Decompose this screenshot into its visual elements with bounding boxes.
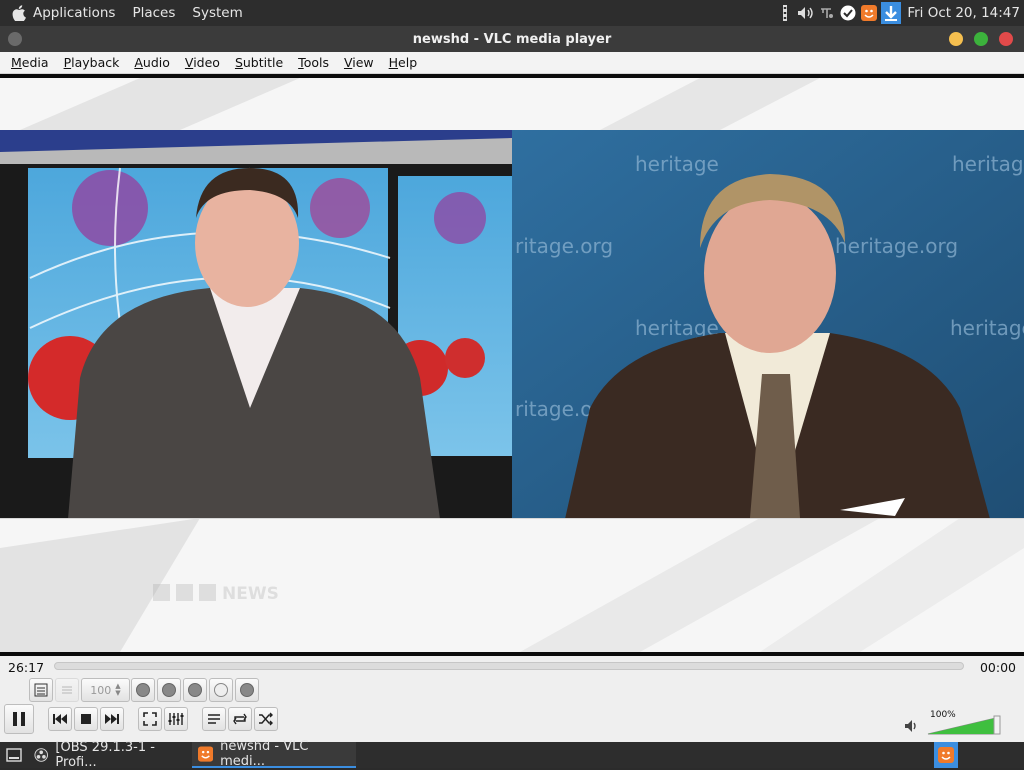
speaker-icon[interactable] [797, 4, 815, 22]
fullscreen-icon [143, 712, 157, 726]
menubar: Media Playback Audio Video Subtitle Tool… [0, 52, 1024, 74]
previous-icon [53, 714, 67, 724]
circle-icon [188, 683, 202, 697]
obs-icon [34, 748, 48, 762]
shuffle-button[interactable] [254, 707, 278, 731]
top-panel: Applications Places System Fri Oct 20, 1… [0, 0, 1024, 26]
next-icon [105, 714, 119, 724]
menu-audio[interactable]: Audio [134, 55, 170, 70]
menu-tools[interactable]: Tools [298, 55, 329, 70]
speed-value: 100 [90, 683, 112, 697]
stop-button[interactable] [74, 707, 98, 731]
random-button[interactable] [235, 678, 259, 702]
circle-outline-icon [214, 683, 228, 697]
shuffle-icon [259, 712, 273, 726]
equalizer-icon [168, 713, 184, 725]
tray-vlc-button[interactable] [934, 742, 958, 768]
circle-icon [136, 683, 150, 697]
fullscreen-button[interactable] [138, 707, 162, 731]
panel-menu-applications[interactable]: Applications [33, 5, 115, 21]
control-bar: 26:17 00:00 100 ▲ ▼ 100% [0, 656, 1024, 742]
window-titlebar[interactable]: newshd - VLC media player [0, 26, 1024, 52]
panel-menu-places[interactable]: Places [132, 5, 175, 21]
playlist-icon [208, 714, 220, 724]
playlist-button[interactable] [202, 707, 226, 731]
task-obs[interactable]: [OBS 29.1.3-1 - Profi... [28, 740, 192, 770]
minimize-button[interactable] [949, 32, 963, 46]
menu-help[interactable]: Help [389, 55, 418, 70]
extended-settings-button[interactable] [164, 707, 188, 731]
speed-field[interactable]: 100 ▲ ▼ [81, 678, 130, 702]
loop-button[interactable] [209, 678, 233, 702]
task-obs-label: [OBS 29.1.3-1 - Profi... [55, 740, 155, 770]
menu-media[interactable]: Media [11, 55, 49, 70]
volume-icon[interactable] [904, 719, 920, 733]
volume-slider[interactable]: 100% [926, 710, 1002, 736]
maximize-button[interactable] [974, 32, 988, 46]
window-title: newshd - VLC media player [412, 31, 612, 47]
record-icon[interactable] [29, 678, 53, 702]
circle-icon [240, 683, 254, 697]
check-icon[interactable] [839, 4, 857, 22]
bg-text-4: heritage.org [835, 234, 958, 258]
frame-step-button[interactable] [157, 678, 181, 702]
panel-clock[interactable]: Fri Oct 20, 14:47 [907, 5, 1020, 21]
vlc-tray-icon [938, 747, 954, 763]
news-logo-text: NEWS [222, 584, 279, 604]
close-button[interactable] [999, 32, 1013, 46]
pause-button[interactable] [4, 704, 34, 734]
desktop-icon [6, 748, 22, 762]
bars-icon[interactable] [776, 4, 794, 22]
panel-menu: Applications Places System [0, 0, 260, 26]
previous-button[interactable] [48, 707, 72, 731]
vlc-task-icon [198, 746, 214, 762]
loop-toggle-button[interactable] [228, 707, 252, 731]
bg-text-6: heritage [950, 316, 1024, 340]
snapshot-icon[interactable] [55, 678, 79, 702]
circle-icon [162, 683, 176, 697]
effects-button[interactable] [183, 678, 207, 702]
stop-icon [81, 714, 91, 724]
task-vlc[interactable]: newshd - VLC medi... [192, 739, 356, 769]
loop-icon [233, 713, 247, 725]
smiley-icon[interactable] [860, 4, 878, 22]
network-icon[interactable] [818, 4, 836, 22]
pause-icon [13, 712, 25, 726]
video-area[interactable]: heritage heritage ritage.org heritage.or… [0, 74, 1024, 656]
menu-video[interactable]: Video [185, 55, 220, 70]
bg-text-1: heritage [635, 152, 719, 176]
show-desktop-button[interactable] [0, 742, 28, 768]
bg-text-2: heritage [952, 152, 1024, 176]
seek-slider[interactable] [54, 662, 964, 670]
ab-loop-button[interactable] [131, 678, 155, 702]
menu-view[interactable]: View [344, 55, 374, 70]
menu-playback[interactable]: Playback [64, 55, 120, 70]
menu-subtitle[interactable]: Subtitle [235, 55, 283, 70]
bg-text-3: ritage.org [515, 234, 613, 258]
video-frame: heritage heritage ritage.org heritage.or… [0, 78, 1024, 652]
video-picture: heritage heritage ritage.org heritage.or… [0, 78, 1024, 652]
taskbar: [OBS 29.1.3-1 - Profi... newshd - VLC me… [0, 739, 1024, 770]
task-vlc-label: newshd - VLC medi... [220, 739, 309, 769]
time-elapsed[interactable]: 26:17 [8, 660, 44, 675]
apple-icon[interactable] [12, 5, 26, 21]
speed-spin-icon[interactable]: ▲ ▼ [115, 683, 120, 697]
window-menu-icon[interactable] [8, 32, 22, 46]
panel-menu-system[interactable]: System [192, 5, 242, 21]
system-tray: Fri Oct 20, 14:47 [773, 0, 1024, 26]
next-button[interactable] [100, 707, 124, 731]
download-icon[interactable] [881, 2, 902, 24]
time-total[interactable]: 00:00 [980, 660, 1016, 675]
